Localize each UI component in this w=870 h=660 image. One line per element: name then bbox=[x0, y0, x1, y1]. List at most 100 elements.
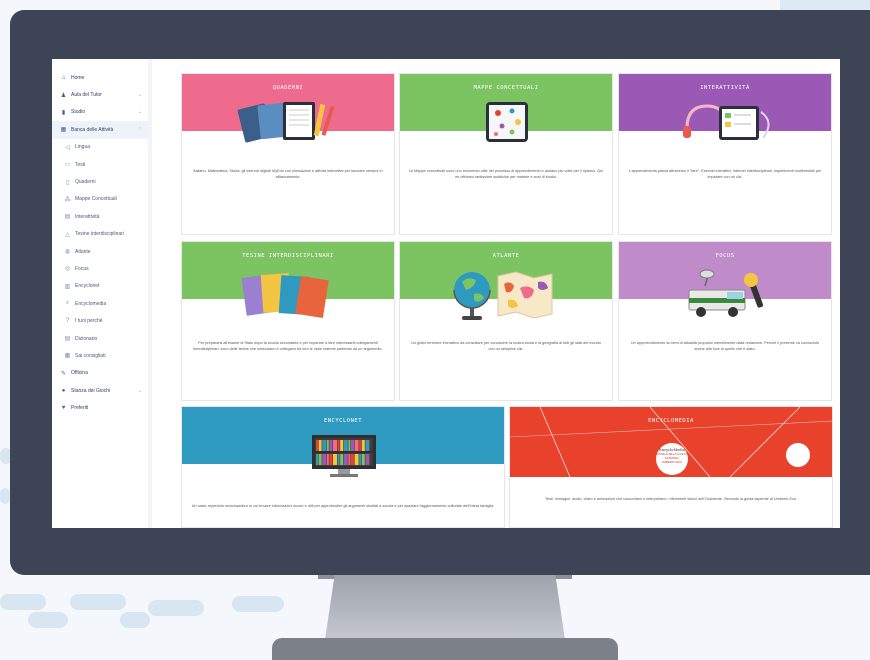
card-header: ENCYCLOMEDIA EncycloMedia STORIA DELLA C… bbox=[510, 407, 832, 477]
badge-subtitle: STORIA DELLA CIVILTÀ EUROPEA bbox=[656, 452, 688, 460]
card-mappe-concettuali[interactable]: MAPPE CONCETTUALI Le Mappe concettuali s… bbox=[399, 73, 613, 235]
book-spine bbox=[340, 440, 344, 451]
sidebar-scrollbar[interactable] bbox=[148, 59, 152, 528]
folders-illustration bbox=[241, 273, 329, 318]
encyclomedia-badge: EncycloMedia STORIA DELLA CIVILTÀ EUROPE… bbox=[656, 443, 688, 475]
notebooks-illustration bbox=[237, 102, 335, 143]
home-icon: ⌂ bbox=[61, 74, 66, 81]
sidebar-item-encyclonet[interactable]: ▥ Encyclonet bbox=[52, 278, 148, 295]
card-description: Le Mappe concettuali sono uno strumento … bbox=[408, 169, 604, 179]
sidebar-item-interattivit[interactable]: ▤ Interattività bbox=[52, 208, 148, 225]
sidebar: ⌂ Home ♟ Aula del Tutor ⌄ ▮ Studio ⌄ ▦ Banca dell… bbox=[52, 59, 149, 528]
badge-author: UMBERTO ECO bbox=[661, 460, 683, 464]
sidebar-item-studio[interactable]: ▮ Studio ⌄ bbox=[52, 104, 148, 121]
book-icon: ▮ bbox=[61, 109, 66, 116]
card-atlante[interactable]: ATLANTE Un globo terrestre interattivo d… bbox=[399, 241, 613, 401]
book-spine bbox=[359, 454, 362, 465]
wrench-icon: ✎ bbox=[60, 370, 67, 377]
card-interattivita[interactable]: INTERATTIVITÀ L'apprendimento passa attr… bbox=[618, 73, 832, 235]
headphones-tablet-illustration bbox=[683, 104, 770, 140]
chevron-icon[interactable]: ⌃ bbox=[138, 127, 142, 133]
sidebar-item-label: Sai consigliati bbox=[75, 352, 106, 359]
sidebar-item-label: Encyclonet bbox=[75, 283, 100, 290]
background-dash bbox=[0, 594, 46, 610]
book-spine bbox=[361, 440, 365, 451]
calendar-icon: ▦ bbox=[64, 353, 71, 360]
sidebar-item-label: I tuoi perché bbox=[75, 318, 103, 325]
sidebar-item-preferiti[interactable]: ♥ Preferiti bbox=[52, 399, 148, 416]
card-description: Un approfondimento su temi di attualità … bbox=[630, 341, 820, 351]
sidebar-item-label: Encyclomedia bbox=[75, 300, 107, 307]
card-encyclonet[interactable]: ENCYCLONET Un vasto repertorio enciclope… bbox=[181, 406, 505, 528]
book-spine bbox=[337, 454, 340, 465]
card-title: ATLANTE bbox=[492, 253, 520, 259]
sidebar-item-label: Banca delle Attività bbox=[71, 126, 114, 133]
book-spine bbox=[333, 454, 337, 465]
sidebar-item-encyclomedia[interactable]: ⌕ Encyclomedia bbox=[52, 295, 148, 312]
card-focus[interactable]: FOCUS Un approfondimento su temi di attu… bbox=[618, 241, 832, 401]
card-title: MAPPE CONCETTUALI bbox=[473, 85, 539, 91]
background-dash bbox=[0, 488, 10, 504]
card-tesine-interdisciplinari[interactable]: TESINE INTERDISCIPLINARI Per prepararsi … bbox=[181, 241, 395, 401]
book-spine bbox=[343, 454, 348, 465]
screen-icon: ▭ bbox=[64, 162, 71, 169]
book-spine bbox=[348, 440, 351, 451]
sidebar-item-tesine-interdisciplinari[interactable]: △ Tesine interdisciplinari bbox=[52, 226, 148, 243]
book-spine bbox=[359, 440, 362, 451]
book-spine bbox=[354, 454, 359, 465]
folder-icon: ▦ bbox=[60, 127, 67, 134]
card-title: ENCYCLOMEDIA bbox=[648, 418, 694, 424]
globe-icon: ◍ bbox=[64, 249, 71, 256]
tablet-map-illustration bbox=[486, 102, 528, 142]
sidebar-item-label: Home bbox=[71, 74, 85, 81]
book-spine bbox=[354, 440, 359, 451]
book-spine bbox=[329, 440, 333, 451]
sidebar-item-label: Quaderni bbox=[75, 179, 96, 186]
book-spine bbox=[316, 440, 318, 451]
card-title: FOCUS bbox=[715, 253, 735, 259]
card-quaderni[interactable]: QUADERNI Italiano, Matematica, Storia: g… bbox=[181, 73, 395, 235]
chevron-icon[interactable]: ⌄ bbox=[138, 109, 142, 115]
sidebar-item-quaderni[interactable]: ▯ Quaderni bbox=[52, 173, 148, 190]
bookshelf-monitor-illustration bbox=[312, 435, 376, 477]
monitor-base bbox=[272, 638, 618, 660]
sidebar-item-i-tuoi-perch[interactable]: ? I tuoi perché bbox=[52, 312, 148, 329]
globe-map-illustration bbox=[453, 271, 553, 320]
book-spine bbox=[316, 454, 318, 465]
book-spine bbox=[333, 440, 337, 451]
sidebar-item-testi[interactable]: ▭ Testi bbox=[52, 156, 148, 173]
sidebar-item-mappe-concettuali[interactable]: ⁂ Mappe Concettuali bbox=[52, 191, 148, 208]
chevron-icon[interactable]: ⌄ bbox=[138, 92, 142, 98]
sidebar-item-lingua[interactable]: ◁ Lingua bbox=[52, 139, 148, 156]
sidebar-item-focus[interactable]: ◎ Focus bbox=[52, 260, 148, 277]
sidebar-item-stanza-dei-giochi[interactable]: ● Stanza dei Giochi ⌄ bbox=[52, 382, 148, 399]
book-spine bbox=[365, 454, 370, 465]
background-dash bbox=[28, 612, 68, 628]
sidebar-item-label: Studio bbox=[71, 109, 86, 116]
monitor-stand bbox=[325, 575, 565, 640]
sidebar-item-label: Dizionario bbox=[75, 335, 98, 342]
game-icon: ● bbox=[61, 387, 66, 394]
search-icon: ⌕ bbox=[65, 300, 70, 307]
chevron-icon[interactable]: ⌄ bbox=[138, 388, 142, 394]
sidebar-item-atlante[interactable]: ◍ Atlante bbox=[52, 243, 148, 260]
book-spine bbox=[337, 440, 340, 451]
sidebar-item-sai-consigliati[interactable]: ▦ Sai consigliati bbox=[52, 347, 148, 364]
sidebar-item-dizionario[interactable]: ▤ Dizionario bbox=[52, 330, 148, 347]
sidebar-item-label: Stanza dei Giochi bbox=[71, 387, 111, 394]
card-encyclomedia[interactable]: ENCYCLOMEDIA EncycloMedia STORIA DELLA C… bbox=[509, 406, 833, 528]
card-description: Per prepararsi all'esame di Stato dopo l… bbox=[193, 341, 383, 351]
sidebar-item-label: Preferiti bbox=[71, 405, 89, 412]
background-dash bbox=[120, 612, 150, 628]
eye-icon: ◎ bbox=[64, 266, 71, 273]
sidebar-item-label: Testi bbox=[75, 161, 86, 168]
sidebar-item-home[interactable]: ⌂ Home bbox=[52, 69, 148, 86]
sidebar-item-officina[interactable]: ✎ Officina bbox=[52, 365, 148, 382]
book-spine bbox=[351, 440, 354, 451]
sidebar-item-banca-delle-attivit[interactable]: ▦ Banca delle Attività ⌃ bbox=[52, 121, 148, 139]
book-spine bbox=[361, 454, 365, 465]
sidebar-item-aula-del-tutor[interactable]: ♟ Aula del Tutor ⌄ bbox=[52, 86, 148, 103]
card-description: Testi, immagini, audio, video e animazio… bbox=[544, 497, 798, 501]
bubble-icon: ◁ bbox=[65, 144, 70, 151]
book-spine bbox=[365, 440, 370, 451]
